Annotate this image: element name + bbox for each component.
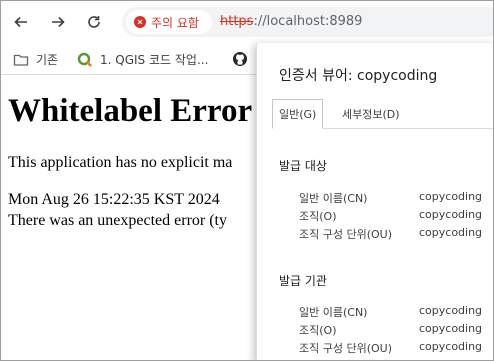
field-label: 조직(O) bbox=[299, 324, 337, 337]
field-label: 조직 구성 단위(OU) bbox=[299, 342, 393, 355]
field-value: copycoding bbox=[419, 208, 483, 221]
url-text[interactable]: https://localhost:8989 bbox=[220, 14, 362, 29]
field-label: 일반 이름(CN) bbox=[299, 192, 368, 205]
field-value: copycoding bbox=[419, 322, 483, 335]
field-label: 조직(O) bbox=[299, 210, 337, 223]
bookmark-folder-existing[interactable]: 기존 bbox=[13, 51, 58, 68]
issued-to-title: 발급 대상 bbox=[279, 159, 327, 173]
field-value: copycoding bbox=[419, 190, 483, 203]
bookmark-label: 기존 bbox=[36, 53, 59, 67]
error-detail: There was an unexpected error (ty bbox=[8, 212, 227, 229]
certificate-tabs: 일반(G) 세부정보(D) bbox=[272, 99, 493, 129]
reload-button[interactable] bbox=[82, 10, 106, 34]
url-host: ://localhost:8989 bbox=[253, 14, 363, 29]
warning-icon bbox=[134, 16, 146, 28]
url-scheme: https bbox=[220, 14, 254, 29]
tab-general[interactable]: 일반(G) bbox=[272, 99, 324, 129]
browser-toolbar: 주의 요함 https://localhost:8989 bbox=[1, 1, 493, 43]
folder-icon bbox=[13, 54, 29, 66]
field-value: copycoding bbox=[419, 304, 483, 317]
field-label: 조직 구성 단위(OU) bbox=[299, 228, 393, 241]
bookmark-label: 1. QGIS 코드 작업... bbox=[100, 53, 209, 67]
certificate-viewer: 인증서 뷰어: copycoding 일반(G) 세부정보(D) 발급 대상 일… bbox=[256, 43, 493, 360]
security-chip[interactable]: 주의 요함 bbox=[126, 10, 212, 34]
error-timestamp: Mon Aug 26 15:22:35 KST 2024 bbox=[8, 191, 220, 208]
tab-details[interactable]: 세부정보(D) bbox=[336, 99, 406, 129]
field-value: copycoding bbox=[419, 340, 483, 353]
error-heading: Whitelabel Error bbox=[8, 93, 253, 129]
reload-icon bbox=[88, 16, 100, 28]
qgis-icon bbox=[77, 52, 92, 67]
arrow-right-icon bbox=[52, 16, 65, 28]
github-icon bbox=[233, 52, 247, 66]
browser-window: 주의 요함 https://localhost:8989 기존 1. QGIS … bbox=[0, 0, 494, 361]
forward-button[interactable] bbox=[46, 10, 70, 34]
certificate-viewer-title: 인증서 뷰어: copycoding bbox=[279, 68, 438, 84]
field-label: 일반 이름(CN) bbox=[299, 306, 368, 319]
issued-by-title: 발급 기관 bbox=[279, 274, 327, 288]
security-label: 주의 요함 bbox=[151, 15, 199, 30]
bookmark-qgis[interactable]: 1. QGIS 코드 작업... bbox=[77, 51, 208, 68]
arrow-left-icon bbox=[14, 16, 27, 28]
back-button[interactable] bbox=[9, 10, 33, 34]
field-value: copycoding bbox=[419, 226, 483, 239]
bookmark-github[interactable] bbox=[232, 51, 255, 67]
address-bar[interactable]: 주의 요함 https://localhost:8989 bbox=[122, 7, 493, 37]
error-description: This application has no explicit ma bbox=[8, 154, 233, 171]
